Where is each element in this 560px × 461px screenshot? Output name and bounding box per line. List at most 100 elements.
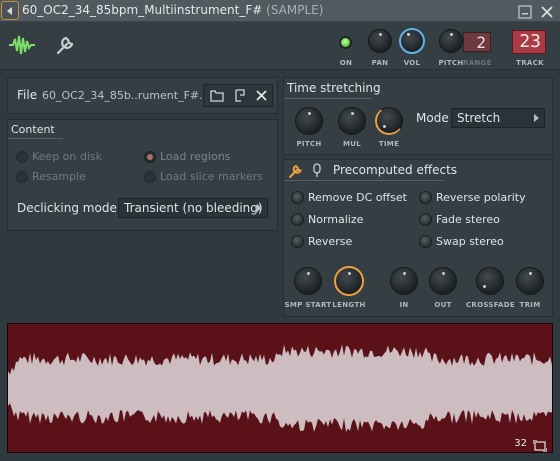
file-label: File: [17, 88, 38, 102]
content-title: Content: [11, 123, 55, 136]
out-label: OUT: [434, 301, 452, 309]
mixer-track-display[interactable]: 23: [512, 30, 546, 54]
resample-radio[interactable]: [16, 171, 28, 183]
vol-label: VOL: [403, 59, 421, 67]
keep-on-disk-label: Keep on disk: [32, 150, 103, 163]
trim-label: TRIM: [519, 301, 541, 309]
content-title-underline: [8, 138, 63, 139]
precomputed-effects-title: Precomputed effects: [333, 163, 458, 177]
time-stretching-title: Time stretching: [287, 81, 381, 95]
stretch-time-knob[interactable]: [375, 107, 403, 135]
stretch-pitch-label: PITCH: [296, 140, 322, 148]
fade-stereo-label: Fade stereo: [436, 213, 500, 226]
resample-label: Resample: [32, 170, 86, 183]
clear-file-button[interactable]: [252, 87, 272, 104]
length-knob[interactable]: [334, 266, 364, 296]
stretch-mode-dropdown[interactable]: Stretch: [451, 108, 545, 128]
arrow-left-icon: [7, 7, 12, 15]
close-window-button[interactable]: [540, 4, 554, 18]
file-panel: File 60_OC2_34_85b..rument_F#.wav: [7, 77, 278, 114]
file-name: 60_OC2_34_85b..rument_F#.wav: [42, 89, 225, 102]
in-label: IN: [399, 301, 409, 309]
swap-stereo-toggle[interactable]: [419, 235, 432, 248]
fade-stereo-toggle[interactable]: [419, 213, 432, 226]
window-title-name: 60_OC2_34_85bpm_Multiinstrument_F#: [22, 3, 263, 17]
pitch-knob[interactable]: [439, 29, 463, 53]
out-knob[interactable]: [429, 267, 457, 295]
waveform-tab-icon[interactable]: [8, 32, 36, 62]
on-label: ON: [339, 59, 353, 67]
channel-on-led[interactable]: [339, 36, 352, 49]
window-title-suffix: (SAMPLE): [266, 3, 324, 17]
dropdown-arrow-icon: [257, 204, 262, 212]
reverse-polarity-label: Reverse polarity: [436, 191, 526, 204]
time-stretching-panel: Time stretching PITCH MUL TIME Mode Stre…: [283, 77, 553, 155]
file-buttons-group: [203, 84, 273, 107]
wrench-tab-icon[interactable]: [54, 34, 76, 60]
waveform-graphic: [8, 344, 552, 432]
load-slice-markers-radio[interactable]: [144, 171, 156, 183]
trim-knob[interactable]: [516, 267, 544, 295]
waveform-display[interactable]: 32: [7, 323, 553, 453]
minimize-button[interactable]: [518, 4, 532, 19]
load-slice-markers-label: Load slice markers: [160, 170, 264, 183]
minimize-icon: [518, 5, 532, 19]
folder-icon: [210, 90, 224, 102]
channel-toolbar: ON PAN VOL PITCH 2 RANGE 23 TRACK: [0, 22, 560, 70]
length-label: LENGTH: [332, 301, 366, 309]
remove-dc-offset-label: Remove DC offset: [308, 191, 407, 204]
precomputed-settings-button[interactable]: [287, 163, 305, 179]
pitch-label: PITCH: [438, 59, 464, 67]
crossfade-knob[interactable]: [476, 267, 504, 295]
open-file-button[interactable]: [206, 87, 228, 104]
normalize-toggle[interactable]: [291, 213, 304, 226]
remove-dc-offset-toggle[interactable]: [291, 191, 304, 204]
precomputed-effects-panel: Precomputed effects Remove DC offset Rev…: [283, 159, 553, 317]
normalize-label: Normalize: [308, 213, 364, 226]
zoom-value: 32: [514, 438, 527, 449]
declicking-mode-label: Declicking mode: [17, 201, 117, 215]
keep-on-disk-radio[interactable]: [16, 151, 28, 163]
range-label: RANGE: [463, 59, 492, 67]
precomputed-underline: [284, 180, 444, 181]
file-tree-icon: [235, 89, 245, 102]
window-title: 60_OC2_34_85bpm_Multiinstrument_F# (SAMP…: [22, 3, 323, 17]
microphone-icon: [313, 163, 321, 177]
zoom-button[interactable]: [532, 437, 548, 453]
wrench-icon: [289, 164, 302, 178]
fit-view-icon: [532, 439, 548, 453]
load-regions-radio[interactable]: [144, 151, 156, 163]
pan-label: PAN: [371, 59, 389, 67]
waveform-shape: [8, 344, 552, 432]
swap-stereo-label: Swap stereo: [436, 235, 504, 248]
stretch-mode-label: Mode: [416, 111, 449, 125]
content-panel: Content Keep on disk Load regions Resamp…: [7, 119, 278, 231]
pan-knob[interactable]: [368, 29, 392, 53]
stretch-mode-value: Stretch: [457, 111, 501, 125]
declicking-mode-value: Transient (no bleeding): [124, 201, 263, 215]
window-menu-button[interactable]: [1, 1, 19, 20]
close-icon: [256, 90, 267, 101]
reverse-polarity-toggle[interactable]: [419, 191, 432, 204]
smp-start-knob[interactable]: [294, 267, 322, 295]
stretch-pitch-knob[interactable]: [295, 107, 323, 135]
volume-knob[interactable]: [399, 28, 425, 54]
pitch-range-display[interactable]: 2: [463, 32, 491, 52]
crossfade-label: CROSSFADE: [466, 301, 515, 309]
declicking-mode-dropdown[interactable]: Transient (no bleeding): [118, 198, 268, 218]
stretch-time-label: TIME: [378, 140, 400, 148]
reverse-toggle[interactable]: [291, 235, 304, 248]
smp-start-label: SMP START: [284, 301, 332, 309]
load-regions-label: Load regions: [160, 150, 231, 163]
time-stretching-underline: [284, 98, 372, 99]
close-icon: [541, 6, 553, 18]
dropdown-arrow-icon: [534, 114, 539, 122]
in-knob[interactable]: [390, 267, 418, 295]
precomputed-mic-button[interactable]: [311, 163, 323, 179]
reverse-label: Reverse: [308, 235, 353, 248]
locate-file-button[interactable]: [230, 87, 250, 104]
stretch-mul-label: MUL: [342, 140, 361, 148]
title-bar: 60_OC2_34_85bpm_Multiinstrument_F# (SAMP…: [0, 0, 560, 22]
track-label: TRACK: [516, 59, 544, 67]
stretch-mul-knob[interactable]: [338, 107, 366, 135]
